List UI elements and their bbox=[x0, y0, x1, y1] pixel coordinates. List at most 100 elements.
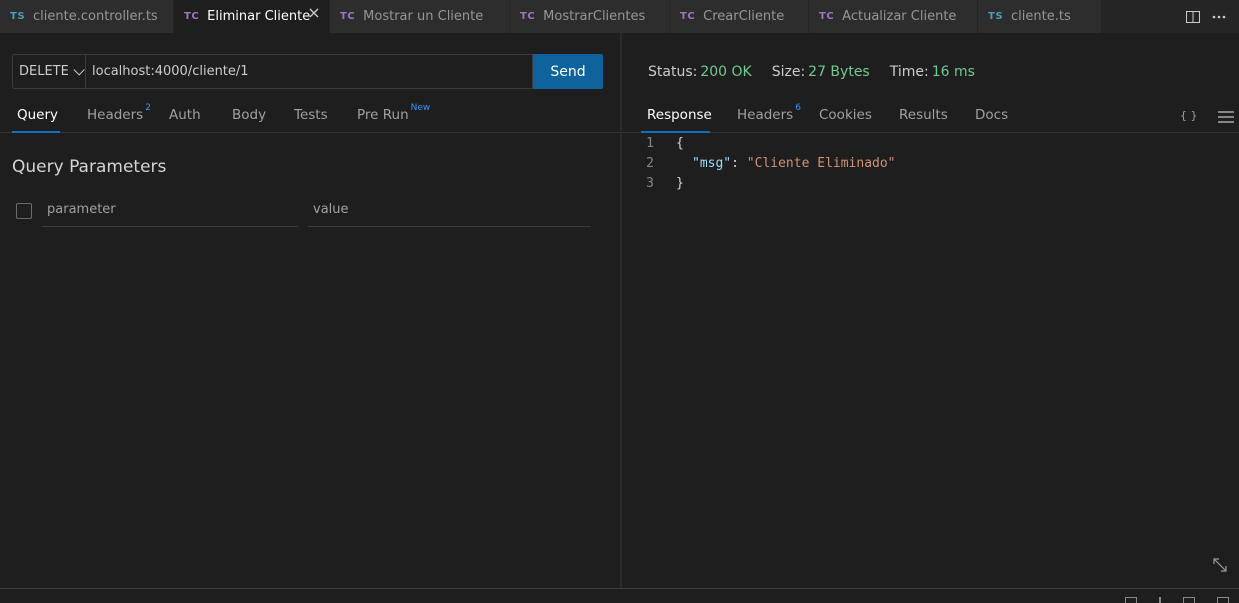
method-value: DELETE bbox=[19, 64, 69, 79]
value-placeholder: value bbox=[313, 202, 349, 217]
more-actions-icon[interactable] bbox=[1211, 9, 1227, 25]
send-button[interactable]: Send bbox=[533, 54, 603, 89]
line-number: 1 bbox=[646, 136, 654, 151]
request-pane: DELETE localhost:4000/cliente/1 Send Que… bbox=[0, 33, 620, 588]
thunder-client-file-icon: TC bbox=[184, 11, 200, 22]
parameter-input[interactable]: parameter bbox=[42, 197, 298, 227]
editor-tab-bar: TS cliente.controller.ts TC Eliminar Cli… bbox=[0, 0, 1239, 33]
size-value: 27 Bytes bbox=[808, 64, 870, 80]
response-body: 1 { 2 "msg": "Cliente Eliminado" 3 } bbox=[622, 134, 1239, 194]
tab-label: CrearCliente bbox=[703, 9, 785, 24]
headers-count-badge: 6 bbox=[795, 103, 801, 113]
headers-count-badge: 2 bbox=[145, 103, 151, 113]
tab-label: Cookies bbox=[819, 107, 872, 123]
split-icon[interactable] bbox=[1183, 597, 1195, 603]
tab-label: Response bbox=[647, 107, 712, 123]
tab-label: Results bbox=[899, 107, 948, 123]
tab-actualizar-cliente[interactable]: TC Actualizar Cliente bbox=[809, 0, 978, 33]
json-colon: : bbox=[731, 156, 747, 171]
response-pane: Status: 200 OK Size: 27 Bytes Time: 16 ms R… bbox=[622, 33, 1239, 588]
tab-label: Headers bbox=[737, 107, 794, 123]
tab-label: Actualizar Cliente bbox=[842, 9, 957, 24]
time-label: Time: bbox=[889, 64, 929, 80]
typescript-file-icon: TS bbox=[10, 11, 26, 22]
tab-label: Eliminar Cliente bbox=[207, 9, 311, 24]
tab-label: Pre Run bbox=[357, 107, 409, 123]
bottom-panel-edge bbox=[0, 588, 1239, 603]
tab-label: Query bbox=[17, 107, 59, 123]
line-number: 3 bbox=[646, 176, 654, 191]
url-input[interactable]: localhost:4000/cliente/1 bbox=[86, 54, 533, 89]
tab-results[interactable]: Results bbox=[899, 107, 948, 123]
typescript-file-icon: TS bbox=[988, 11, 1004, 22]
response-tabs: Response Headers 6 Cookies Results Docs {… bbox=[622, 103, 1239, 133]
tab-pre-run[interactable]: Pre Run New bbox=[357, 103, 430, 123]
json-value: "Cliente Eliminado" bbox=[746, 156, 896, 171]
tab-eliminar-cliente[interactable]: TC Eliminar Cliente × bbox=[174, 0, 330, 33]
status-item: Status: 200 OK bbox=[648, 64, 752, 80]
thunder-client-file-icon: TC bbox=[680, 11, 696, 22]
tab-auth[interactable]: Auth bbox=[169, 107, 201, 123]
tab-crear-cliente[interactable]: TC CrearCliente bbox=[670, 0, 809, 33]
response-status: Status: 200 OK Size: 27 Bytes Time: 16 ms bbox=[648, 64, 975, 80]
chevron-down-icon bbox=[73, 63, 85, 76]
tab-label: MostrarClientes bbox=[543, 9, 646, 24]
line-number: 2 bbox=[646, 156, 654, 171]
code-line: 2 "msg": "Cliente Eliminado" bbox=[622, 154, 1239, 174]
tab-query[interactable]: Query bbox=[17, 107, 58, 123]
thunder-client-file-icon: TC bbox=[520, 11, 536, 22]
url-value: localhost:4000/cliente/1 bbox=[92, 64, 249, 79]
add-icon[interactable] bbox=[1159, 597, 1161, 603]
time-value: 16 ms bbox=[931, 64, 975, 80]
editor-actions bbox=[1099, 0, 1239, 33]
thunder-client-file-icon: TC bbox=[340, 11, 356, 22]
panel-icon[interactable] bbox=[1125, 597, 1137, 603]
tab-cliente-controller[interactable]: TS cliente.controller.ts bbox=[0, 0, 174, 33]
json-key: "msg" bbox=[692, 156, 732, 171]
size-label: Size: bbox=[771, 64, 806, 80]
thunder-client-file-icon: TC bbox=[819, 11, 835, 22]
status-label: Status: bbox=[648, 64, 698, 80]
status-value: 200 OK bbox=[700, 64, 752, 80]
active-tab-indicator bbox=[12, 131, 60, 133]
code-text: } bbox=[676, 176, 684, 191]
code-line: 3 } bbox=[622, 174, 1239, 194]
parameter-placeholder: parameter bbox=[47, 202, 116, 217]
value-input[interactable]: value bbox=[308, 197, 564, 227]
tab-headers[interactable]: Headers 2 bbox=[87, 103, 151, 123]
tab-mostrar-un-cliente[interactable]: TC Mostrar un Cliente bbox=[330, 0, 510, 33]
tab-label: Tests bbox=[294, 107, 328, 123]
code-text: "msg": "Cliente Eliminado" bbox=[692, 154, 896, 174]
code-text: { bbox=[676, 136, 684, 151]
active-tab-indicator bbox=[641, 131, 710, 133]
split-editor-icon[interactable] bbox=[1185, 9, 1201, 25]
tab-label: Headers bbox=[87, 107, 144, 123]
tab-label: Docs bbox=[975, 107, 1009, 123]
request-tabs: Query Headers 2 Auth Body Tests Pre Run Ne… bbox=[0, 103, 620, 133]
field-divider bbox=[564, 226, 591, 227]
tab-response-headers[interactable]: Headers 6 bbox=[737, 103, 801, 123]
tab-label: cliente.ts bbox=[1011, 9, 1071, 24]
method-select[interactable]: DELETE bbox=[12, 54, 86, 89]
tab-cookies[interactable]: Cookies bbox=[819, 107, 872, 123]
expand-icon[interactable] bbox=[1211, 556, 1229, 574]
param-checkbox[interactable] bbox=[16, 203, 32, 219]
tab-label: Mostrar un Cliente bbox=[363, 9, 484, 24]
tab-label: Auth bbox=[169, 107, 201, 123]
menu-icon[interactable] bbox=[1218, 111, 1234, 127]
tab-body[interactable]: Body bbox=[232, 107, 266, 123]
tab-response[interactable]: Response bbox=[647, 107, 712, 123]
tab-label: cliente.controller.ts bbox=[33, 9, 158, 24]
size-item: Size: 27 Bytes bbox=[772, 64, 870, 80]
tab-cliente-ts[interactable]: TS cliente.ts bbox=[978, 0, 1102, 33]
time-item: Time: 16 ms bbox=[890, 64, 975, 80]
code-line: 1 { bbox=[622, 134, 1239, 154]
new-badge: New bbox=[410, 103, 431, 113]
tab-mostrar-clientes[interactable]: TC MostrarClientes bbox=[510, 0, 670, 33]
tab-tests[interactable]: Tests bbox=[294, 107, 328, 123]
trash-icon[interactable] bbox=[1217, 597, 1229, 603]
tab-label: Body bbox=[232, 107, 267, 123]
tab-docs[interactable]: Docs bbox=[975, 107, 1008, 123]
format-json-icon[interactable]: { } bbox=[1180, 109, 1198, 122]
close-icon[interactable]: × bbox=[307, 5, 321, 21]
